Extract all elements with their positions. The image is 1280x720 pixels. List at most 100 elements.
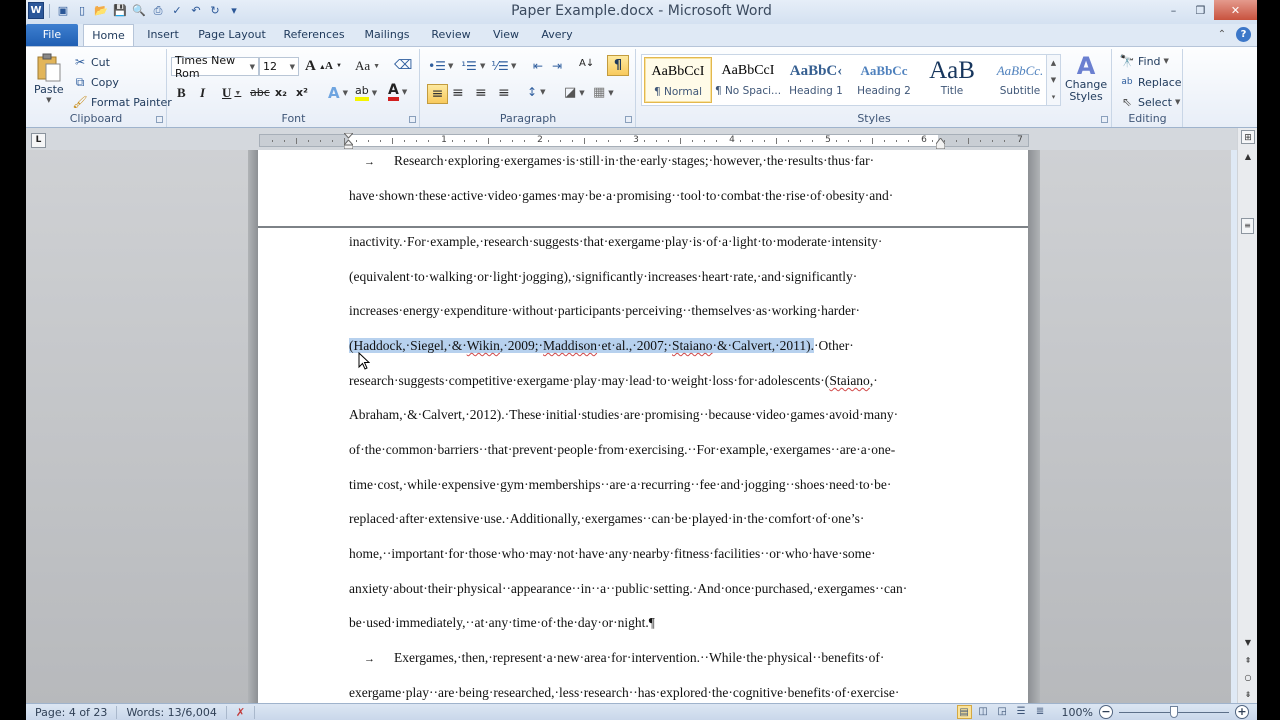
find-button[interactable]: 🔭 Find ▼	[1119, 53, 1169, 69]
font-size-combo[interactable]: 12 ▼	[259, 57, 299, 76]
scroll-down-icon[interactable]: ▼	[1241, 636, 1255, 650]
gallery-more-icon[interactable]: ▾	[1052, 93, 1056, 101]
select-button[interactable]: ⇖ Select ▼	[1119, 94, 1180, 110]
center-button[interactable]: ≡	[452, 85, 464, 101]
tab-avery[interactable]: Avery	[534, 24, 580, 46]
zoom-out-button[interactable]: −	[1099, 705, 1113, 719]
proofing-errors-icon[interactable]: ✗	[227, 705, 256, 719]
shading-button[interactable]: ◪ ▼	[564, 85, 585, 100]
next-page-icon[interactable]: ⇟	[1241, 688, 1255, 702]
font-name-combo[interactable]: Times New Rom ▼	[171, 54, 259, 80]
document-line[interactable]: (Haddock,·Siegel,·&·Wikin,·2009;·Maddiso…	[349, 338, 854, 354]
font-launcher-icon[interactable]	[409, 116, 416, 123]
gallery-down-icon[interactable]: ▼	[1051, 76, 1056, 84]
italic-button[interactable]: I	[200, 85, 205, 101]
shrink-font-button[interactable]: A ▼	[325, 60, 342, 72]
word-count[interactable]: Words: 13/6,004	[117, 705, 227, 719]
justify-button[interactable]: ≡	[498, 85, 510, 101]
tab-file[interactable]: File	[26, 24, 78, 46]
vertical-scrollbar[interactable]: ⊞ ▲ ≡ ▼ ⇞ ○ ⇟	[1237, 128, 1257, 703]
outline-view-button[interactable]: ☰	[1014, 705, 1029, 719]
restore-button[interactable]: ❐	[1187, 0, 1214, 20]
document-line[interactable]: anxiety·about·their·physical··appearance…	[349, 581, 907, 597]
gallery-up-icon[interactable]: ▲	[1051, 59, 1056, 67]
help-icon[interactable]: ?	[1236, 26, 1251, 42]
tab-selector-button[interactable]: L	[31, 133, 46, 148]
minimize-button[interactable]: –	[1160, 0, 1187, 20]
change-case-button[interactable]: Aa ▼	[355, 58, 380, 74]
document-line[interactable]: exergame·play··are·being·researched,·les…	[349, 685, 899, 701]
style-subtitle[interactable]: AaBbCc. Subtitle	[986, 57, 1054, 103]
document-line[interactable]: Abraham,·&·Calvert,·2012).·These·initial…	[349, 407, 898, 423]
increase-indent-button[interactable]: ⇥	[549, 58, 565, 74]
borders-button[interactable]: ▦ ▼	[593, 85, 614, 100]
style-heading-1[interactable]: AaBbC‹ Heading 1	[782, 57, 850, 103]
font-color-button[interactable]: A ▼	[388, 83, 407, 101]
tab-page-layout[interactable]: Page Layout	[194, 24, 270, 46]
multilevel-list-button[interactable]: ⅟☰ ▼	[491, 58, 516, 74]
clipboard-launcher-icon[interactable]	[156, 116, 163, 123]
indent-marker-icon[interactable]	[344, 133, 353, 149]
text-effects-button[interactable]: A ▼	[328, 84, 348, 102]
style-normal[interactable]: AaBbCcI ¶ Normal	[644, 57, 712, 103]
tab-view[interactable]: View	[484, 24, 528, 46]
zoom-slider[interactable]	[1119, 705, 1229, 719]
underline-button[interactable]: U ▼	[222, 85, 241, 101]
decrease-indent-button[interactable]: ⇤	[530, 58, 546, 74]
full-screen-reading-view-button[interactable]: ◫	[976, 705, 991, 719]
draft-view-button[interactable]: ≣	[1033, 705, 1048, 719]
style-heading-2[interactable]: AaBbCc Heading 2	[850, 57, 918, 103]
superscript-button[interactable]: x²	[296, 86, 308, 99]
style-no-spacing[interactable]: AaBbCcI ¶ No Spaci...	[714, 57, 782, 103]
change-styles-button[interactable]: A Change Styles	[1065, 53, 1107, 103]
bullets-button[interactable]: •☰ ▼	[428, 58, 453, 74]
document-page[interactable]: → Research·exploring·exergames·is·still·i…	[258, 150, 1028, 703]
tab-home[interactable]: Home	[83, 24, 134, 46]
document-line[interactable]: (equivalent·to·walking·or·light·jogging)…	[349, 269, 857, 285]
gallery-scroll[interactable]: ▲ ▼ ▾	[1046, 55, 1060, 105]
document-line[interactable]: replaced·after·extensive·use.·Additional…	[349, 511, 864, 527]
horizontal-ruler[interactable]: 1 2 3 4 5 6 7	[259, 133, 1029, 149]
tab-review[interactable]: Review	[426, 24, 476, 46]
replace-button[interactable]: ab Replace	[1119, 74, 1181, 90]
zoom-level[interactable]: 100%	[1062, 706, 1093, 719]
cut-button[interactable]: ✂ Cut	[72, 54, 110, 70]
paragraph-launcher-icon[interactable]	[625, 116, 632, 123]
page-count[interactable]: Page: 4 of 23	[26, 705, 118, 719]
minimize-ribbon-icon[interactable]: ⌃	[1214, 26, 1230, 42]
align-left-button[interactable]: ≡	[427, 84, 448, 104]
clear-formatting-button[interactable]: ⌫	[394, 58, 412, 73]
document-line[interactable]: be·used·immediately,··at·any·time·of·the…	[349, 615, 655, 631]
tab-references[interactable]: References	[278, 24, 350, 46]
copy-button[interactable]: ⧉ Copy	[72, 74, 119, 90]
scroll-up-icon[interactable]: ▲	[1241, 150, 1255, 164]
document-line[interactable]: have·shown·these·active·video·games·may·…	[349, 188, 893, 204]
paste-button[interactable]: Paste ▼	[34, 53, 64, 104]
align-right-button[interactable]: ≡	[475, 85, 487, 101]
document-line[interactable]: research·suggests·competitive·exergame·p…	[349, 373, 878, 389]
tab-insert[interactable]: Insert	[138, 24, 188, 46]
style-title[interactable]: AaB Title	[918, 57, 986, 103]
web-layout-view-button[interactable]: ◲	[995, 705, 1010, 719]
document-line[interactable]: increases·energy·expenditure·without·par…	[349, 303, 860, 319]
document-line[interactable]: inactivity.·For·example,·research·sugges…	[349, 234, 882, 250]
document-line[interactable]: → Research·exploring·exergames·is·still·i…	[349, 153, 874, 169]
sort-button[interactable]: A↓	[579, 58, 594, 69]
show-formatting-marks-button[interactable]: ¶	[607, 55, 629, 76]
print-layout-view-button[interactable]: ▤	[956, 705, 972, 719]
view-ruler-toggle-icon[interactable]: ⊞	[1241, 130, 1255, 144]
document-line[interactable]: → Exergames,·then,·represent·a·new·area·f…	[349, 650, 884, 666]
zoom-slider-knob[interactable]	[1170, 706, 1178, 718]
zoom-in-button[interactable]: +	[1235, 705, 1249, 719]
browse-object-icon[interactable]: ○	[1241, 671, 1255, 685]
highlight-button[interactable]: ab ▼	[355, 84, 377, 101]
subscript-button[interactable]: x₂	[275, 86, 287, 99]
line-spacing-button[interactable]: ↕ ▼	[527, 85, 545, 99]
strikethrough-button[interactable]: abc	[250, 86, 270, 99]
format-painter-button[interactable]: 🖌 Format Painter	[72, 94, 171, 110]
numbering-button[interactable]: ¹☰ ▼	[461, 58, 485, 74]
styles-launcher-icon[interactable]	[1101, 116, 1108, 123]
grow-font-button[interactable]: A ▲	[305, 58, 326, 75]
previous-page-icon[interactable]: ⇞	[1241, 654, 1255, 668]
close-button[interactable]: ✕	[1214, 0, 1257, 20]
